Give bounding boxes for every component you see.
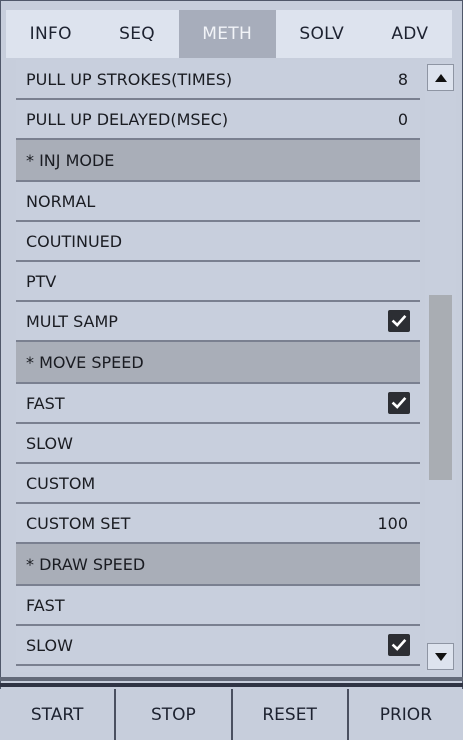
list-item-label: MULT SAMP: [26, 311, 118, 331]
list-item[interactable]: SLOW: [16, 626, 420, 666]
list-item-label: PULL UP DELAYED(MSEC): [26, 109, 229, 129]
list-item[interactable]: COUTINUED: [16, 222, 420, 262]
list-item[interactable]: PULL UP STROKES(TIMES) 8: [16, 60, 420, 100]
checkmark-icon[interactable]: [388, 310, 410, 332]
prior-button[interactable]: PRIOR: [348, 689, 463, 740]
list-item-value: 8: [397, 69, 408, 89]
list-item[interactable]: NORMAL: [16, 182, 420, 222]
list-item-value: 100: [377, 513, 408, 533]
method-settings-list: PULL UP STROKES(TIMES) 8 PULL UP DELAYED…: [16, 60, 420, 672]
list-item-label: CUSTOM SET: [26, 513, 131, 533]
triangle-down-icon: [434, 652, 447, 661]
reset-button[interactable]: RESET: [232, 689, 349, 740]
scrollbar-thumb[interactable]: [429, 295, 452, 480]
list-item[interactable]: FAST: [16, 384, 420, 424]
section-header: * MOVE SPEED: [16, 342, 420, 384]
section-header-label: * MOVE SPEED: [26, 352, 144, 372]
tab-solv[interactable]: SOLV: [276, 10, 368, 58]
tab-meth[interactable]: METH: [178, 10, 276, 58]
scrollbar-track[interactable]: [429, 94, 452, 638]
list-item-value: 0: [397, 109, 408, 129]
checkmark-icon[interactable]: [388, 392, 410, 414]
scroll-up-button[interactable]: [427, 64, 454, 91]
section-header-label: * DRAW SPEED: [26, 554, 146, 574]
list-item[interactable]: FAST: [16, 586, 420, 626]
tab-seq[interactable]: SEQ: [95, 10, 178, 58]
tab-adv[interactable]: ADV: [368, 10, 452, 58]
divider: [0, 683, 463, 687]
list-item[interactable]: PTV: [16, 262, 420, 302]
scroll-down-button[interactable]: [427, 643, 454, 670]
list-item-label: FAST: [26, 393, 65, 413]
checkmark-icon[interactable]: [388, 634, 410, 656]
stop-button[interactable]: STOP: [116, 689, 233, 740]
list-item-label: PULL UP STROKES(TIMES): [26, 69, 233, 89]
list-item-label: PTV: [26, 271, 57, 291]
vertical-scrollbar[interactable]: [425, 62, 456, 672]
list-item-label: SLOW: [26, 635, 73, 655]
list-item[interactable]: PULL UP DELAYED(MSEC) 0: [16, 100, 420, 140]
section-header: * INJ MODE: [16, 140, 420, 182]
list-item[interactable]: MULT SAMP: [16, 302, 420, 342]
section-header: * DRAW SPEED: [16, 544, 420, 586]
triangle-up-icon: [434, 73, 447, 82]
bottom-button-bar: START STOP RESET PRIOR: [0, 689, 463, 740]
list-item-label: FAST: [26, 595, 65, 615]
list-item[interactable]: SLOW: [16, 424, 420, 464]
list-item-label: SLOW: [26, 433, 73, 453]
list-item-label: NORMAL: [26, 191, 96, 211]
tab-info[interactable]: INFO: [6, 10, 95, 58]
divider: [0, 677, 463, 681]
list-item[interactable]: CUSTOM SET 100: [16, 504, 420, 544]
list-item-label: COUTINUED: [26, 231, 123, 251]
section-header-label: * INJ MODE: [26, 150, 115, 170]
tab-bar: INFO SEQ METH SOLV ADV: [6, 10, 452, 58]
start-button[interactable]: START: [0, 689, 117, 740]
list-item[interactable]: CUSTOM: [16, 464, 420, 504]
list-item-label: CUSTOM: [26, 473, 96, 493]
